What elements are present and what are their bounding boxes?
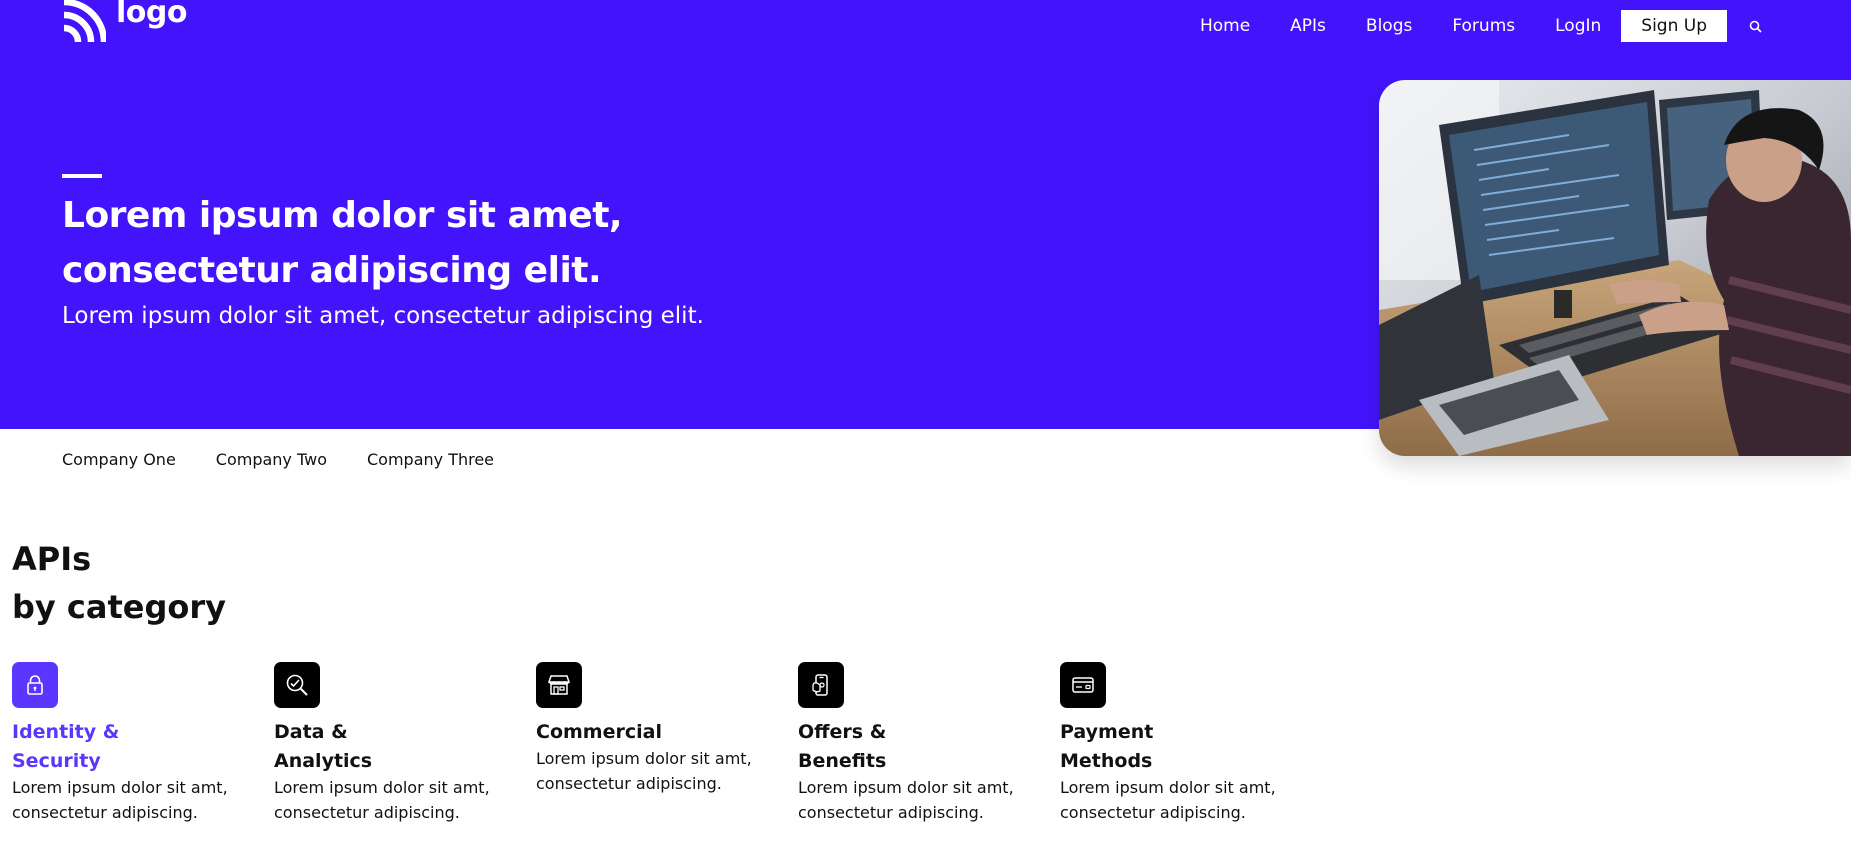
- nav-apis[interactable]: APIs: [1290, 10, 1326, 42]
- category-title-line: Methods: [1060, 750, 1153, 772]
- category-title-line: Offers &: [798, 721, 887, 743]
- nav-forums[interactable]: Forums: [1452, 10, 1515, 42]
- category-title: Commercial: [536, 718, 798, 747]
- category-description: Lorem ipsum dolor sit amt, consectetur a…: [536, 746, 798, 796]
- category-description-line: consectetur adipiscing.: [798, 803, 984, 822]
- company-link[interactable]: Company Three: [367, 450, 494, 469]
- nav-login[interactable]: LogIn: [1555, 10, 1601, 42]
- category-description-line: consectetur adipiscing.: [1060, 803, 1246, 822]
- category-card-commercial[interactable]: Commercial Lorem ipsum dolor sit amt, co…: [536, 662, 798, 825]
- main-nav: Home APIs Blogs Forums LogIn Sign Up: [1200, 10, 1763, 42]
- category-description-line: Lorem ipsum dolor sit amt,: [1060, 778, 1276, 797]
- lock-icon: [12, 662, 58, 708]
- company-links: Company One Company Two Company Three: [62, 450, 494, 469]
- category-card-data-analytics[interactable]: Data & Analytics Lorem ipsum dolor sit a…: [274, 662, 536, 825]
- category-description: Lorem ipsum dolor sit amt, consectetur a…: [12, 775, 274, 825]
- hero-title-line: consectetur adipiscing elit.: [62, 250, 602, 291]
- nav-home[interactable]: Home: [1200, 10, 1250, 42]
- category-title-line: Identity &: [12, 721, 120, 743]
- category-title: Offers & Benefits: [798, 718, 1060, 776]
- category-description-line: consectetur adipiscing.: [12, 803, 198, 822]
- category-description-line: consectetur adipiscing.: [536, 774, 722, 793]
- category-title: Payment Methods: [1060, 718, 1322, 776]
- storefront-icon: [536, 662, 582, 708]
- nav-blogs[interactable]: Blogs: [1366, 10, 1412, 42]
- mobile-offer-icon: [798, 662, 844, 708]
- category-description-line: Lorem ipsum dolor sit amt,: [12, 778, 228, 797]
- section-title-line: APIs: [12, 540, 92, 578]
- category-title-line: Security: [12, 750, 101, 772]
- section-title: APIs by category: [12, 535, 226, 631]
- category-title: Data & Analytics: [274, 718, 536, 776]
- developer-photo-illustration: [1379, 80, 1851, 456]
- category-card-identity-security[interactable]: Identity & Security Lorem ipsum dolor si…: [12, 662, 274, 825]
- signup-button[interactable]: Sign Up: [1621, 10, 1727, 42]
- category-description: Lorem ipsum dolor sit amt, consectetur a…: [274, 775, 536, 825]
- logo-icon: [62, 0, 106, 44]
- company-link[interactable]: Company Two: [216, 450, 327, 469]
- category-description-line: Lorem ipsum dolor sit amt,: [798, 778, 1014, 797]
- category-description-line: consectetur adipiscing.: [274, 803, 460, 822]
- hero-subtitle: Lorem ipsum dolor sit amet, consectetur …: [62, 303, 704, 329]
- category-description-line: Lorem ipsum dolor sit amt,: [274, 778, 490, 797]
- category-description: Lorem ipsum dolor sit amt, consectetur a…: [798, 775, 1060, 825]
- hero-accent-rule: [62, 174, 102, 178]
- hero-title: Lorem ipsum dolor sit amet, consectetur …: [62, 188, 822, 298]
- category-grid: Identity & Security Lorem ipsum dolor si…: [12, 662, 1322, 825]
- magnifier-chart-icon: [274, 662, 320, 708]
- search-icon[interactable]: [1747, 18, 1763, 34]
- logo[interactable]: logo: [62, 0, 187, 44]
- category-title: Identity & Security: [12, 718, 274, 776]
- category-description-line: Lorem ipsum dolor sit amt,: [536, 749, 752, 768]
- logo-text: logo: [116, 0, 187, 30]
- section-title-line: by category: [12, 588, 226, 626]
- credit-card-icon: [1060, 662, 1106, 708]
- category-title-line: Data &: [274, 721, 348, 743]
- category-title-line: Benefits: [798, 750, 887, 772]
- category-title-line: Commercial: [536, 721, 662, 743]
- category-description: Lorem ipsum dolor sit amt, consectetur a…: [1060, 775, 1322, 825]
- category-title-line: Analytics: [274, 750, 373, 772]
- category-card-offers-benefits[interactable]: Offers & Benefits Lorem ipsum dolor sit …: [798, 662, 1060, 825]
- company-link[interactable]: Company One: [62, 450, 176, 469]
- hero-image: [1379, 80, 1851, 456]
- hero-title-line: Lorem ipsum dolor sit amet,: [62, 195, 623, 236]
- category-title-line: Payment: [1060, 721, 1154, 743]
- category-card-payment-methods[interactable]: Payment Methods Lorem ipsum dolor sit am…: [1060, 662, 1322, 825]
